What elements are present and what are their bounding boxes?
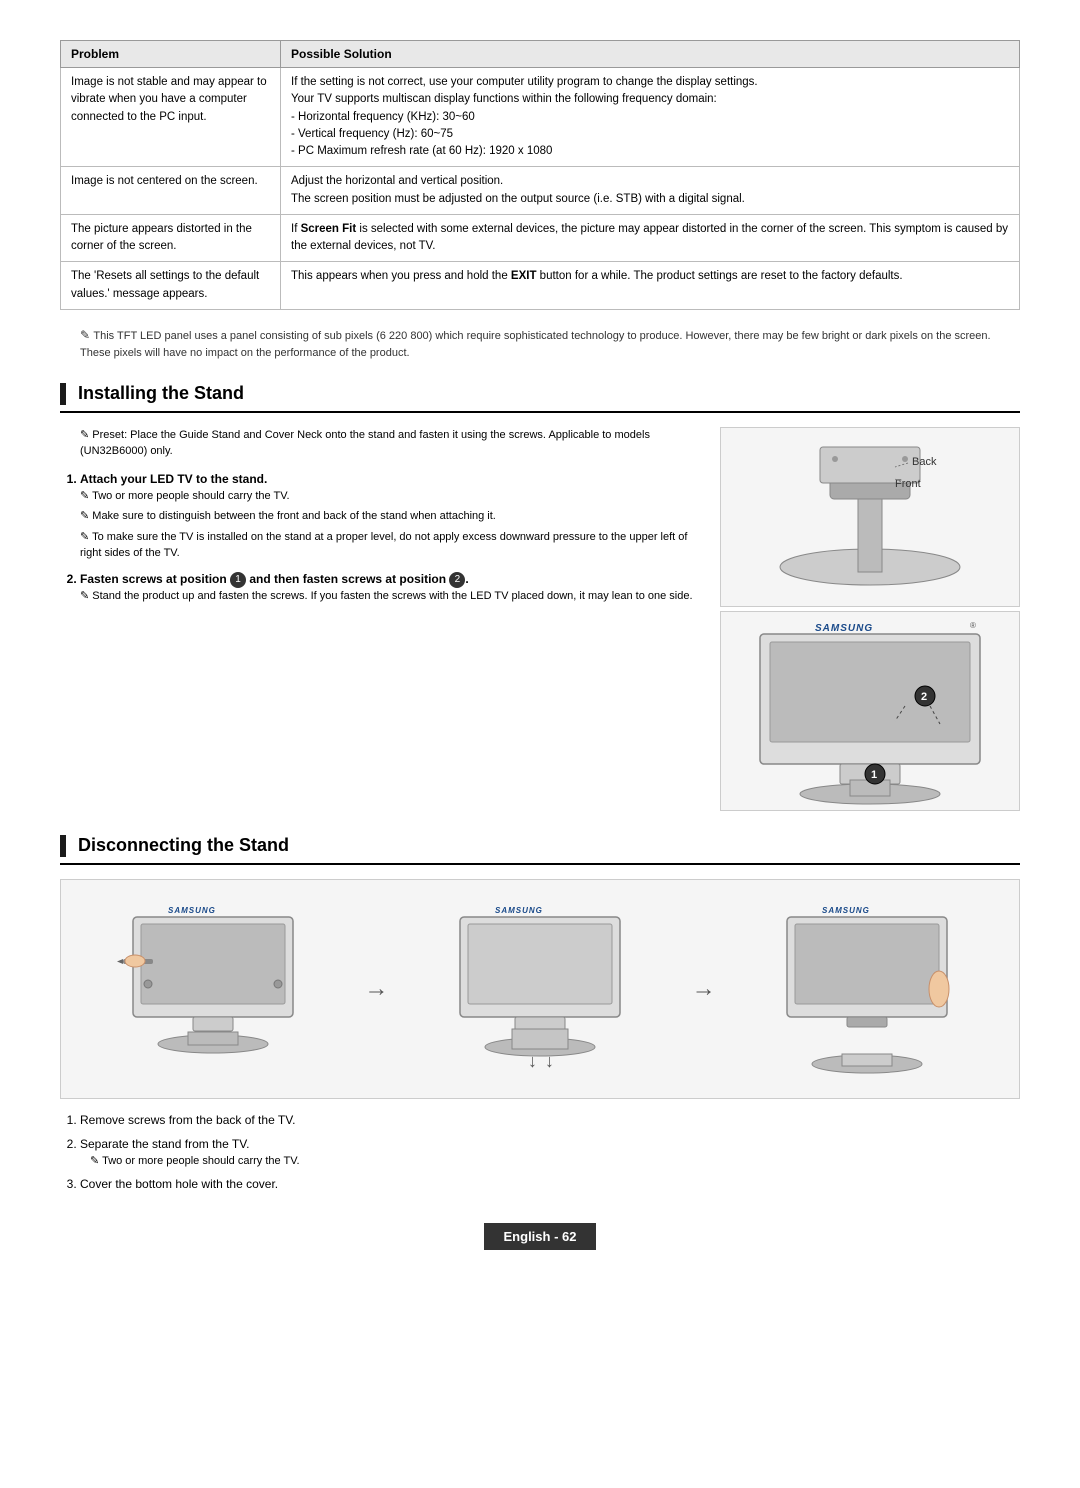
step2-notes: Stand the product up and fasten the scre… — [80, 588, 700, 605]
step2-note-1: Stand the product up and fasten the scre… — [80, 588, 700, 605]
svg-text:SAMSUNG: SAMSUNG — [495, 906, 543, 915]
solution-cell: If the setting is not correct, use your … — [281, 68, 1020, 167]
problem-cell: Image is not stable and may appear to vi… — [61, 68, 281, 167]
arrow-2: → — [692, 975, 716, 1003]
table-header-problem: Problem — [61, 41, 281, 68]
page-footer: English - 62 — [60, 1223, 1020, 1250]
arrow-1: → — [364, 975, 388, 1003]
installing-heading: Installing the Stand — [60, 383, 1020, 413]
install-step-1: Attach your LED TV to the stand. Two or … — [80, 470, 700, 562]
step1-note-2: Make sure to distinguish between the fro… — [80, 508, 700, 525]
solution-cell: Adjust the horizontal and vertical posit… — [281, 167, 1020, 215]
step1-note-3: To make sure the TV is installed on the … — [80, 529, 700, 562]
install-steps: Attach your LED TV to the stand. Two or … — [80, 470, 700, 605]
svg-text:↓: ↓ — [528, 1051, 537, 1071]
solution-cell: If Screen Fit is selected with some exte… — [281, 214, 1020, 262]
svg-text:SAMSUNG: SAMSUNG — [822, 906, 870, 915]
table-row: Image is not centered on the screen. Adj… — [61, 167, 1020, 215]
table-row: The picture appears distorted in the cor… — [61, 214, 1020, 262]
step1-note-1: Two or more people should carry the TV. — [80, 488, 700, 505]
installing-content: Preset: Place the Guide Stand and Cover … — [60, 427, 1020, 811]
footer-badge: English - 62 — [484, 1223, 597, 1250]
install-step-2: Fasten screws at position 1 and then fas… — [80, 570, 700, 605]
installing-section: Installing the Stand Preset: Place the G… — [60, 383, 1020, 811]
disconnect-img-2: SAMSUNG ↓ ↓ — [398, 894, 681, 1084]
disconnect-svg-2: SAMSUNG ↓ ↓ — [440, 899, 640, 1079]
table-row: The 'Resets all settings to the default … — [61, 262, 1020, 310]
svg-text:SAMSUNG: SAMSUNG — [168, 906, 216, 915]
preset-note: Preset: Place the Guide Stand and Cover … — [80, 427, 700, 460]
stand-diagram-bottom: SAMSUNG ® 2 — [720, 611, 1020, 811]
disconnect-svg-1: SAMSUNG — [113, 899, 313, 1079]
svg-text:2: 2 — [921, 691, 927, 703]
svg-text:Front: Front — [895, 478, 921, 490]
disconnect-img-1: SAMSUNG — [71, 894, 354, 1084]
stand-svg-bottom: SAMSUNG ® 2 — [730, 616, 1010, 806]
stand-diagram-top: Back Front — [720, 427, 1020, 607]
disconnecting-heading: Disconnecting the Stand — [60, 835, 1020, 865]
svg-text:↓: ↓ — [545, 1051, 554, 1071]
svg-text:Back: Back — [912, 456, 937, 468]
disconnect-images: SAMSUNG → SAMSUNG — [60, 879, 1020, 1099]
table-row: Image is not stable and may appear to vi… — [61, 68, 1020, 167]
table-header-solution: Possible Solution — [281, 41, 1020, 68]
disconnect-svg-3: SAMSUNG — [767, 899, 967, 1079]
disconnect-step-1: Remove screws from the back of the TV. — [80, 1111, 1020, 1129]
svg-text:SAMSUNG: SAMSUNG — [815, 623, 873, 634]
problem-cell: The picture appears distorted in the cor… — [61, 214, 281, 262]
disconnect-step-2: Separate the stand from the TV. Two or m… — [80, 1135, 1020, 1170]
svg-text:1: 1 — [871, 769, 877, 781]
problem-cell: The 'Resets all settings to the default … — [61, 262, 281, 310]
solution-cell: This appears when you press and hold the… — [281, 262, 1020, 310]
installing-images: Back Front SAMSUNG ® — [720, 427, 1020, 811]
troubleshooting-table: Problem Possible Solution Image is not s… — [60, 40, 1020, 310]
disconnect-img-3: SAMSUNG — [726, 894, 1009, 1084]
disconnecting-section: Disconnecting the Stand SAMSUNG → — [60, 835, 1020, 1194]
step1-notes: Two or more people should carry the TV. … — [80, 488, 700, 562]
disconnect-step-3: Cover the bottom hole with the cover. — [80, 1175, 1020, 1193]
problem-cell: Image is not centered on the screen. — [61, 167, 281, 215]
disconnect-step2-note: Two or more people should carry the TV. — [90, 1153, 1020, 1170]
disconnect-steps: Remove screws from the back of the TV. S… — [80, 1111, 1020, 1194]
svg-text:®: ® — [970, 621, 976, 630]
stand-svg-top: Back Front — [740, 437, 1000, 597]
tft-note: This TFT LED panel uses a panel consisti… — [80, 326, 1020, 363]
installing-text: Preset: Place the Guide Stand and Cover … — [60, 427, 700, 811]
